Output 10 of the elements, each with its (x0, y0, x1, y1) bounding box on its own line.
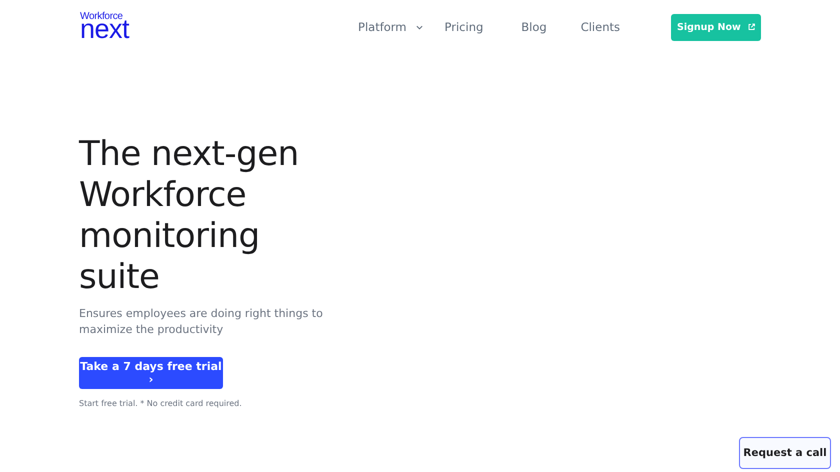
trial-note: Start free trial. * No credit card required. (79, 399, 243, 408)
logo-top-text: Workforce (80, 12, 123, 22)
hero-subtitle: Ensures employees are doing right things to maximize the productivity (79, 306, 324, 338)
nav-link[interactable]: Blog (521, 20, 547, 34)
nav-link[interactable]: Clients (580, 20, 620, 34)
free-trial-button[interactable]: Take a 7 days free trial › (79, 357, 223, 389)
hero-title: The next-gen Workforce monitoring suite (79, 134, 300, 298)
nav-link[interactable]: Pricing (444, 20, 484, 34)
nav-dropdown[interactable]: Platform (358, 20, 423, 34)
request-call-button[interactable]: Request a call (739, 437, 831, 469)
